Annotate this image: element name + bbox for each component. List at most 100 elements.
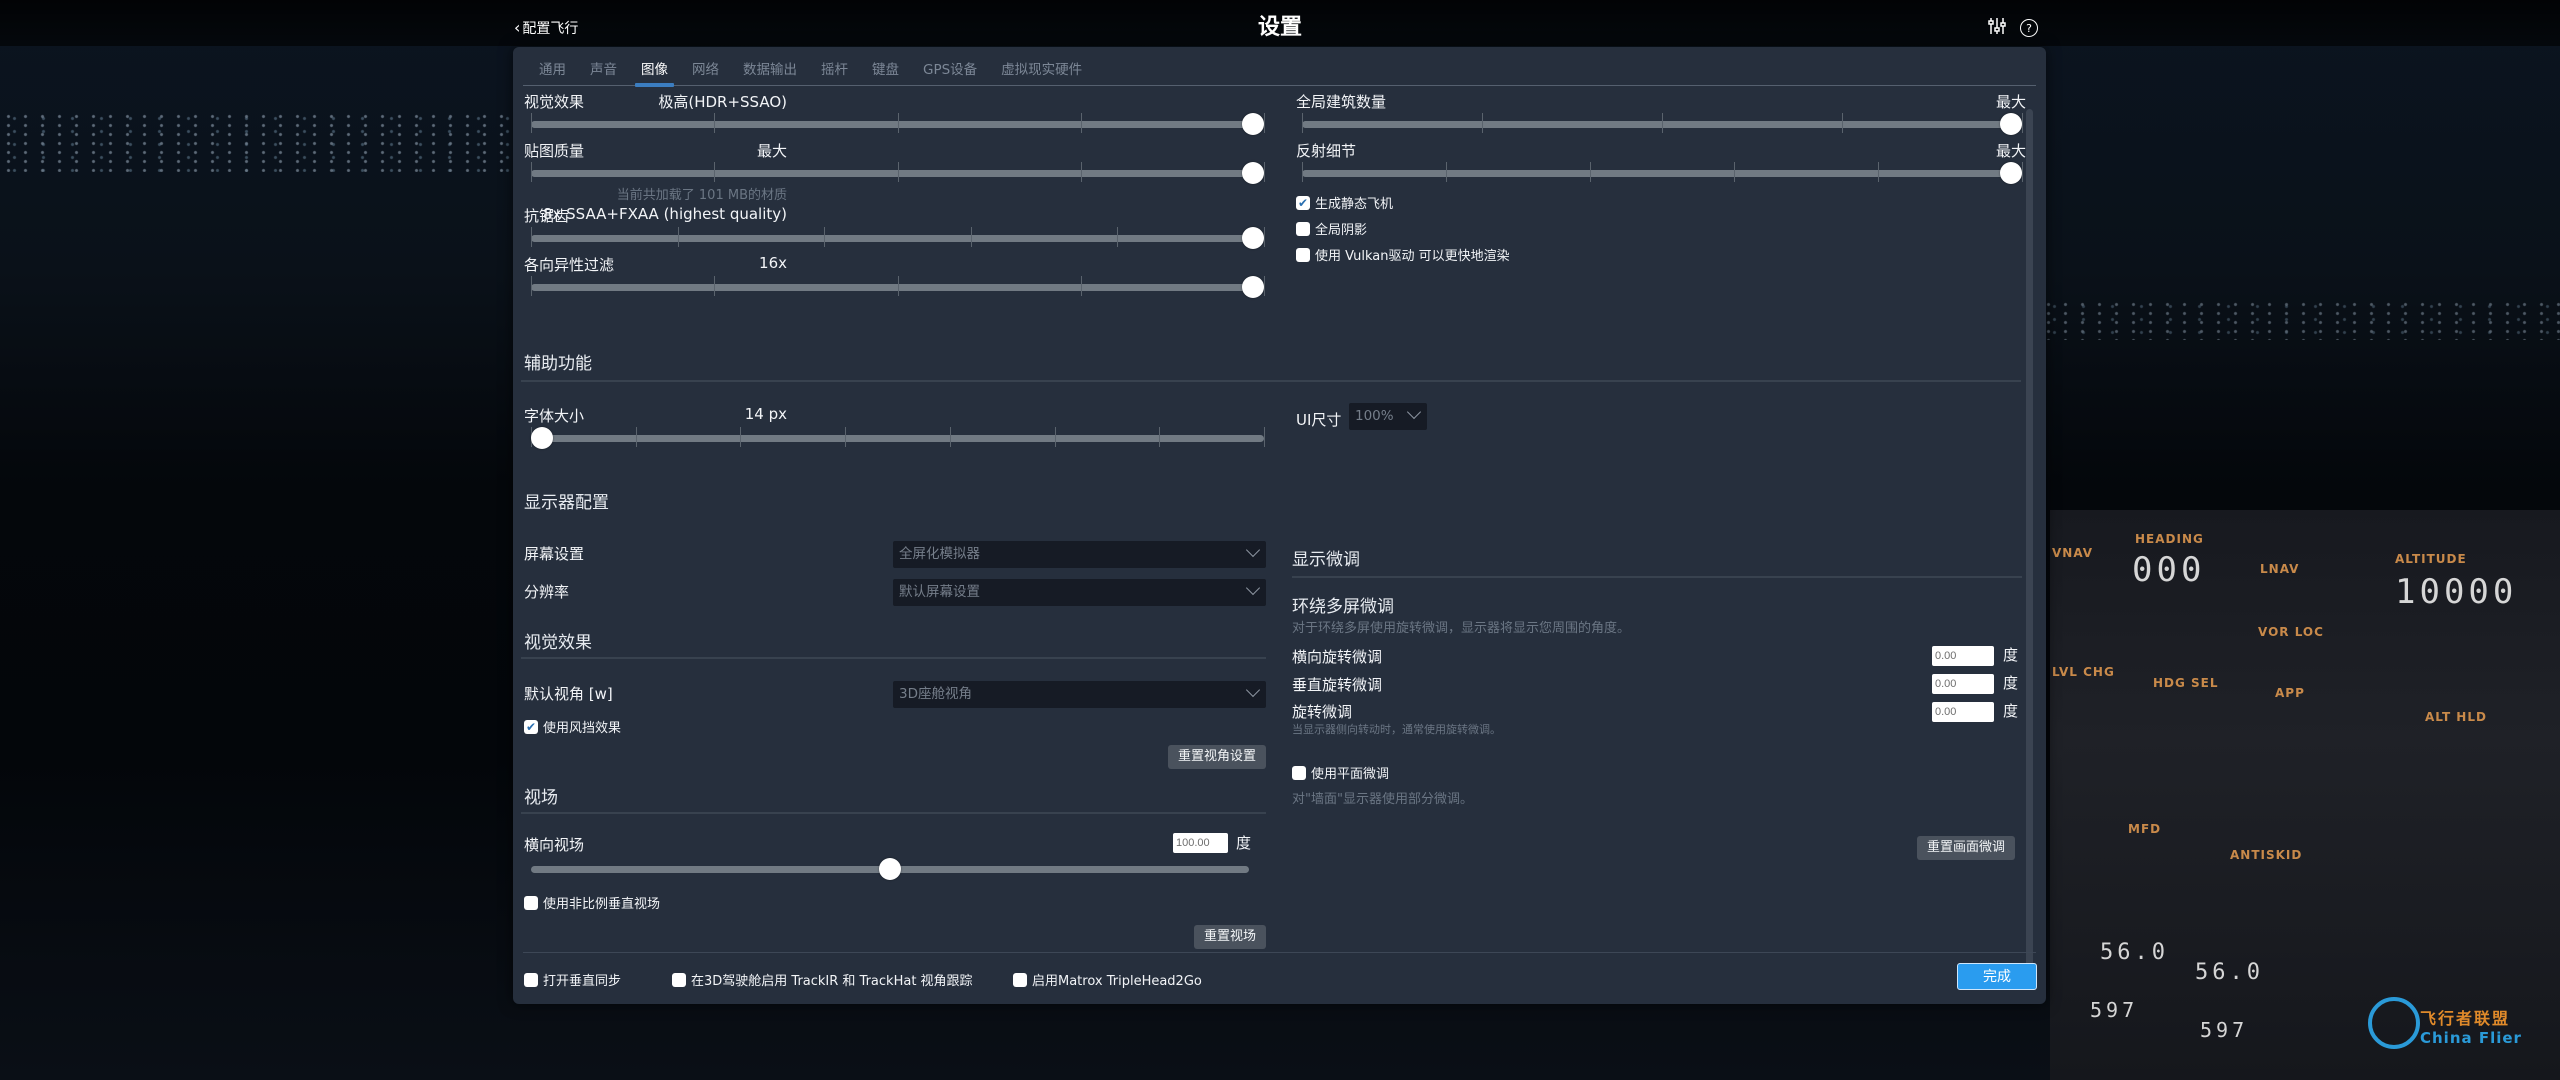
horizontal-rotation-input[interactable]: 0.00: [1932, 646, 1994, 666]
slider-track[interactable]: [531, 435, 1264, 442]
slider-tick: [2022, 113, 2023, 133]
antialiasing-value: 8x SSAA+FXAA (highest quality): [542, 205, 787, 223]
heading-display: 000: [2132, 550, 2206, 590]
matrox-checkbox[interactable]: 启用Matrox TripleHead2Go: [1013, 970, 1202, 989]
vertical-scrollbar[interactable]: [2026, 109, 2033, 969]
vsync-label: 打开垂直同步: [543, 974, 622, 989]
screen-setting-select[interactable]: 全屏化模拟器: [893, 541, 1266, 568]
slider-thumb[interactable]: [1242, 162, 1264, 184]
non-proportional-fov-checkbox[interactable]: 使用非比例垂直视场: [524, 893, 660, 912]
app-label: APP: [2275, 686, 2305, 700]
tab-vr-hardware[interactable]: 虚拟现实硬件: [989, 61, 1094, 85]
rotation-input[interactable]: 0.00: [1932, 702, 1994, 722]
anisotropic-slider[interactable]: [531, 276, 1265, 298]
windshield-checkbox[interactable]: ✔ 使用风挡效果: [524, 717, 621, 736]
vertical-rotation-input[interactable]: 0.00: [1932, 674, 1994, 694]
slider-tick: [531, 113, 532, 133]
texture-quality-slider[interactable]: [531, 162, 1265, 184]
static-aircraft-checkbox[interactable]: ✔ 生成静态飞机: [1296, 193, 1393, 212]
reflection-detail-slider[interactable]: [1302, 162, 2023, 184]
texture-quality-value: 最大: [756, 142, 787, 160]
vulkan-checkbox[interactable]: 使用 Vulkan驱动 可以更快地渲染: [1296, 245, 1510, 264]
slider-thumb[interactable]: [1242, 276, 1264, 298]
horizontal-fov-slider[interactable]: [531, 858, 1249, 880]
slider-thumb[interactable]: [1242, 113, 1264, 135]
checkbox-icon: [1296, 221, 1310, 236]
tab-general[interactable]: 通用: [523, 61, 578, 85]
slider-thumb[interactable]: [879, 858, 901, 880]
world-objects-slider[interactable]: [1302, 113, 2023, 135]
world-objects-value: 最大: [1995, 93, 2026, 111]
slider-thumb[interactable]: [1242, 227, 1264, 249]
tab-keyboard[interactable]: 键盘: [860, 61, 911, 85]
font-size-slider[interactable]: [531, 427, 1265, 449]
reset-view-button[interactable]: 重置视角设置: [1167, 745, 1266, 769]
horizontal-fov-input[interactable]: 100.00: [1173, 833, 1228, 853]
watermark-en: China Flier: [2420, 1029, 2522, 1047]
accessibility-heading: 辅助功能: [524, 354, 592, 374]
tab-bar: 通用 声音 图像 网络 数据输出 摇杆 键盘 GPS设备 虚拟现实硬件: [523, 61, 2036, 87]
slider-tick: [1302, 162, 1303, 182]
slider-thumb[interactable]: [531, 427, 553, 449]
slider-tick: [740, 427, 742, 447]
done-button[interactable]: 完成: [1957, 963, 2037, 990]
vsync-checkbox[interactable]: 打开垂直同步: [524, 970, 621, 989]
slider-thumb[interactable]: [2000, 162, 2022, 184]
tab-network[interactable]: 网络: [680, 61, 731, 85]
default-view-label: 默认视角 [w]: [524, 685, 613, 703]
slider-tick: [1878, 162, 1879, 182]
althld-label: ALT HLD: [2425, 710, 2487, 724]
flat-calibration-label: 使用平面微调: [1311, 767, 1390, 782]
footer-divider: [523, 952, 2036, 953]
watermark-cn: 飞行者联盟: [2420, 1009, 2511, 1028]
flat-calibration-checkbox[interactable]: 使用平面微调: [1292, 763, 1389, 782]
tab-sound[interactable]: 声音: [578, 61, 629, 85]
tab-gps[interactable]: GPS设备: [911, 61, 989, 85]
global-shadows-checkbox[interactable]: 全局阴影: [1296, 219, 1367, 238]
slider-tick: [635, 427, 637, 447]
trackir-checkbox[interactable]: 在3D驾驶舱启用 TrackIR 和 TrackHat 视角跟踪: [672, 970, 973, 989]
help-icon[interactable]: ?: [2020, 19, 2038, 37]
slider-tick: [531, 227, 532, 247]
reset-fov-button[interactable]: 重置视场: [1193, 925, 1266, 949]
horizontal-fov-label: 横向视场: [524, 836, 585, 854]
tab-data-output[interactable]: 数据输出: [731, 61, 809, 85]
chevron-down-icon: [1245, 580, 1261, 596]
checkbox-icon: [524, 895, 538, 910]
slider-tick: [1159, 427, 1161, 447]
slider-tick: [677, 227, 679, 247]
city-lights-right: [2040, 300, 2560, 340]
antialiasing-slider[interactable]: [531, 227, 1265, 249]
anisotropic-value: 16x: [759, 254, 787, 272]
city-lights-left: [0, 112, 520, 172]
top-icons: ?: [1988, 17, 2038, 39]
default-view-value: 3D座舱视角: [899, 686, 972, 702]
chevron-down-icon: [1406, 404, 1422, 420]
checkbox-icon: ✔: [1296, 195, 1310, 210]
visual-effects-slider[interactable]: [531, 113, 1265, 135]
default-view-select[interactable]: 3D座舱视角: [893, 681, 1266, 708]
section-divider: [1292, 576, 2022, 578]
sliders-icon[interactable]: [1988, 17, 2006, 39]
slider-tick: [1264, 276, 1265, 296]
flat-calibration-hint: 对"墙面"显示器使用部分微调。: [1292, 792, 1473, 807]
globe-icon: [2368, 997, 2420, 1049]
tab-joystick[interactable]: 摇杆: [809, 61, 860, 85]
slider-track[interactable]: [1302, 170, 2022, 177]
section-divider: [521, 812, 1266, 814]
static-aircraft-label: 生成静态飞机: [1315, 197, 1394, 212]
fov-heading: 视场: [524, 788, 558, 808]
slider-thumb[interactable]: [2000, 113, 2022, 135]
global-shadows-label: 全局阴影: [1315, 223, 1368, 238]
resolution-select[interactable]: 默认屏幕设置: [893, 579, 1266, 606]
horizontal-rotation-label: 横向旋转微调: [1292, 648, 1383, 666]
checkbox-icon: [1296, 247, 1310, 262]
visual-effects-value: 极高(HDR+SSAO): [658, 93, 787, 111]
slider-tick: [1590, 162, 1591, 182]
slider-track[interactable]: [531, 235, 1264, 242]
ui-size-select[interactable]: 100%: [1349, 403, 1427, 430]
tab-graphics[interactable]: 图像: [629, 61, 680, 87]
slider-tick: [2022, 162, 2023, 182]
rotation-hint: 当显示器侧向转动时，通常使用旋转微调。: [1292, 723, 1501, 736]
reset-calibration-button[interactable]: 重置画面微调: [1916, 836, 2015, 860]
